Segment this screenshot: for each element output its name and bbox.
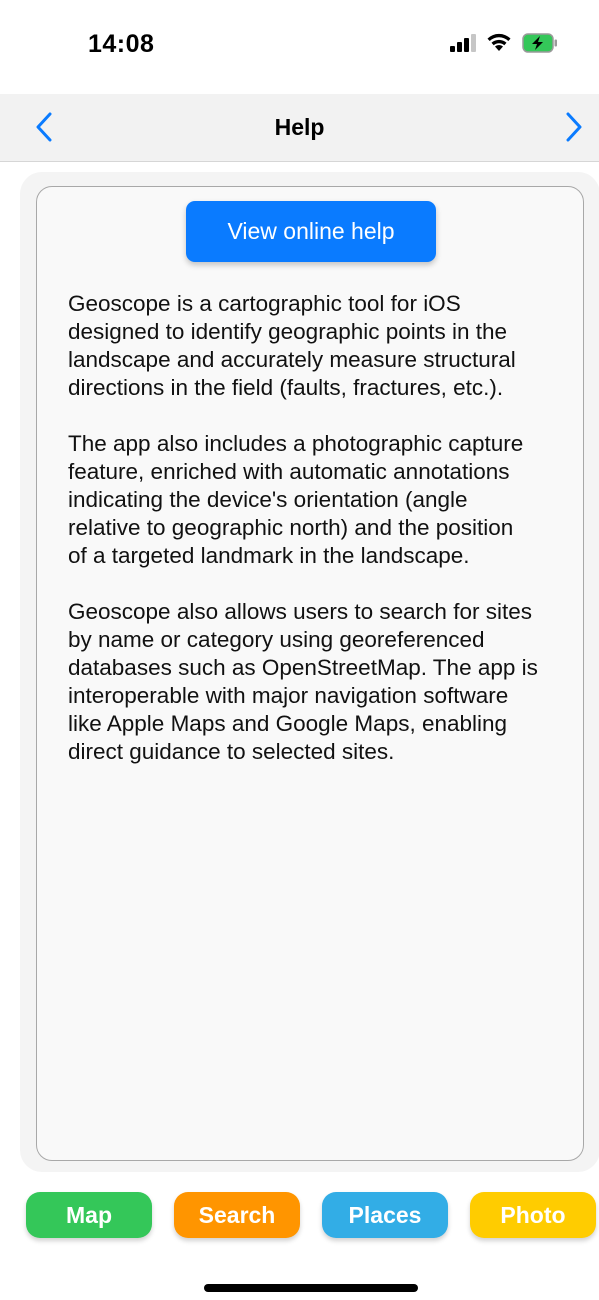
tab-map[interactable]: Map — [26, 1192, 152, 1238]
page-title: Help — [274, 114, 325, 140]
wifi-icon — [486, 33, 512, 57]
status-icons — [450, 32, 558, 58]
battery-charging-icon — [522, 32, 558, 58]
tab-photo[interactable]: Photo — [470, 1192, 596, 1238]
tab-label: Places — [348, 1201, 422, 1228]
tab-bar: Map Search Places Photo — [0, 1178, 599, 1250]
help-paragraph: The app also includes a photographic cap… — [68, 431, 524, 568]
chevron-right-icon[interactable] — [558, 110, 590, 144]
signal-icon — [450, 33, 476, 57]
tab-search[interactable]: Search — [174, 1192, 300, 1238]
tab-places[interactable]: Places — [322, 1192, 448, 1238]
view-online-help-button[interactable]: View online help — [186, 201, 436, 262]
help-text: Geoscope is a cartographic tool for iOS … — [68, 290, 538, 794]
status-bar: 14:08 — [0, 0, 599, 94]
home-indicator — [204, 1284, 418, 1292]
status-time: 14:08 — [88, 30, 155, 58]
help-paragraph: Geoscope also allows users to search for… — [68, 599, 538, 764]
tab-label: Map — [66, 1201, 112, 1228]
help-paragraph: Geoscope is a cartographic tool for iOS … — [68, 291, 516, 400]
nav-bar: Help — [0, 94, 599, 162]
tab-label: Photo — [500, 1201, 566, 1228]
tab-label: Search — [198, 1201, 276, 1228]
